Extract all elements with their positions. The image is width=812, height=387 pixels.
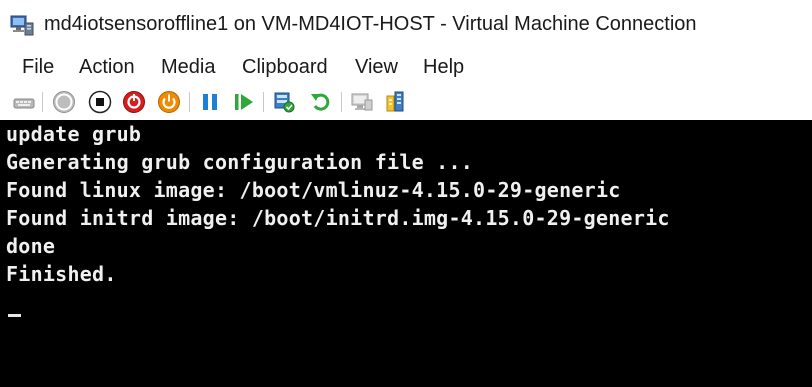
menu-bar: File Action Media Clipboard View Help [0, 52, 812, 84]
revert-icon[interactable] [309, 90, 333, 114]
console-line: done [6, 234, 56, 258]
console-cursor [8, 314, 21, 317]
menu-action[interactable]: Action [79, 56, 135, 79]
toolbar-separator [263, 92, 264, 112]
title-bar: md4iotsensoroffline1 on VM-MD4IOT-HOST -… [0, 0, 812, 50]
shut-down-icon[interactable] [122, 90, 146, 114]
power-icon[interactable] [157, 90, 181, 114]
console-line: Found linux image: /boot/vmlinuz-4.15.0-… [6, 178, 621, 202]
vm-console-screen[interactable]: update grub Generating grub configuratio… [0, 120, 812, 387]
window-title: md4iotsensoroffline1 on VM-MD4IOT-HOST -… [44, 13, 697, 35]
pause-icon[interactable] [198, 90, 222, 114]
toolbar-separator [341, 92, 342, 112]
resume-icon[interactable] [232, 90, 256, 114]
toolbar [0, 86, 812, 118]
toolbar-separator [42, 92, 43, 112]
ctrl-alt-del-icon[interactable] [12, 90, 36, 114]
toolbar-separator [189, 92, 190, 112]
menu-clipboard[interactable]: Clipboard [242, 56, 328, 79]
menu-view[interactable]: View [355, 56, 398, 79]
turn-off-icon[interactable] [88, 90, 112, 114]
menu-media[interactable]: Media [161, 56, 215, 79]
console-line: Finished. [6, 262, 117, 286]
menu-file[interactable]: File [22, 56, 54, 79]
share-icon[interactable] [384, 90, 408, 114]
enhanced-session-icon[interactable] [350, 90, 374, 114]
console-line: Found initrd image: /boot/initrd.img-4.1… [6, 206, 670, 230]
console-line: Generating grub configuration file ... [6, 150, 474, 174]
console-line: update grub [6, 122, 142, 146]
menu-help[interactable]: Help [423, 56, 464, 79]
start-icon[interactable] [52, 90, 76, 114]
vm-connection-icon [10, 14, 34, 36]
checkpoint-icon[interactable] [272, 90, 296, 114]
